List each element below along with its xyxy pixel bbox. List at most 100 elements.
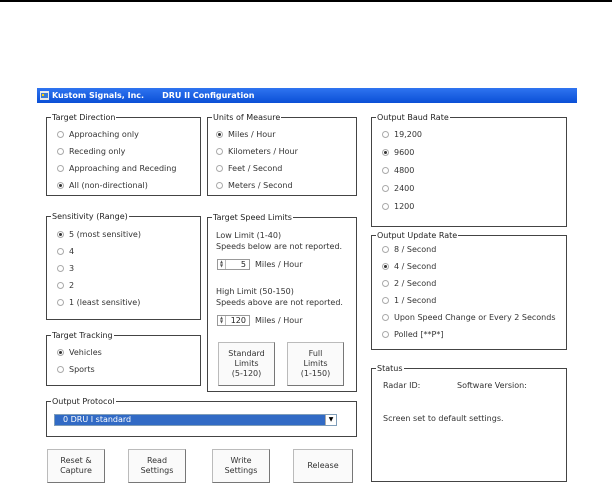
radio-button[interactable] — [57, 248, 64, 255]
update-rate-legend: Output Update Rate — [376, 230, 459, 241]
radio-button[interactable] — [382, 131, 389, 138]
stepper-arrows[interactable]: ▲ ▼ — [218, 316, 226, 325]
update-option-4[interactable]: 4 / Second — [382, 261, 436, 272]
tracking-option-vehicles[interactable]: Vehicles — [57, 347, 102, 358]
config-window: Kustom Signals, Inc. DRU II Configuration… — [37, 88, 577, 486]
release-button[interactable]: Release — [293, 449, 353, 483]
radio-button[interactable] — [57, 299, 64, 306]
low-limit-unit: Miles / Hour — [255, 260, 303, 269]
baud-option-9600[interactable]: 9600 — [382, 147, 414, 158]
low-limit-description: Speeds below are not reported. — [216, 242, 343, 251]
target-tracking-legend: Target Tracking — [51, 330, 114, 341]
full-limits-button[interactable]: Full Limits (1-150) — [287, 342, 344, 386]
radio-button[interactable] — [382, 246, 389, 253]
baud-option-4800[interactable]: 4800 — [382, 165, 414, 176]
target-direction-group: Target Direction Approaching only Recedi… — [46, 112, 201, 196]
read-settings-button[interactable]: Read Settings — [128, 449, 186, 483]
units-option-mph[interactable]: Miles / Hour — [216, 129, 276, 140]
radio-button[interactable] — [382, 203, 389, 210]
sensitivity-option-2[interactable]: 2 — [57, 280, 74, 291]
title-bar: Kustom Signals, Inc. DRU II Configuration — [37, 88, 577, 103]
radio-button[interactable] — [57, 131, 64, 138]
radio-button[interactable] — [57, 265, 64, 272]
update-option-on-change[interactable]: Upon Speed Change or Every 2 Seconds — [382, 312, 555, 323]
direction-option-receding[interactable]: Receding only — [57, 146, 125, 157]
direction-option-all[interactable]: All (non-directional) — [57, 180, 148, 191]
write-settings-button[interactable]: Write Settings — [212, 449, 270, 483]
radio-button[interactable] — [382, 314, 389, 321]
protocol-selected-value[interactable]: 0 DRU I standard — [63, 415, 131, 425]
radar-id-label: Radar ID: — [383, 381, 421, 390]
units-option-mps[interactable]: Meters / Second — [216, 180, 293, 191]
window-title: DRU II Configuration — [162, 91, 255, 100]
radio-button-selected[interactable] — [382, 149, 389, 156]
baud-option-1200[interactable]: 1200 — [382, 201, 414, 212]
radio-button-selected[interactable] — [382, 263, 389, 270]
software-version-label: Software Version: — [457, 381, 527, 390]
radio-button[interactable] — [57, 148, 64, 155]
chevron-down-icon[interactable]: ▼ — [325, 415, 336, 425]
sensitivity-group: Sensitivity (Range) 5 (most sensitive) 4… — [46, 211, 201, 320]
down-arrow-icon[interactable]: ▼ — [218, 320, 225, 324]
radio-button[interactable] — [57, 282, 64, 289]
radio-button[interactable] — [382, 280, 389, 287]
high-limit-label: High Limit (50-150) — [216, 287, 294, 296]
radio-button[interactable] — [216, 148, 223, 155]
sensitivity-option-4[interactable]: 4 — [57, 246, 74, 257]
update-option-1[interactable]: 1 / Second — [382, 295, 436, 306]
units-group: Units of Measure Miles / Hour Kilometers… — [207, 112, 357, 196]
status-group: Status Radar ID: Software Version: Scree… — [371, 363, 567, 482]
low-limit-value[interactable]: 5 — [241, 260, 246, 269]
units-option-kph[interactable]: Kilometers / Hour — [216, 146, 298, 157]
low-limit-stepper[interactable]: ▲ ▼ 5 — [217, 259, 250, 270]
baud-option-19200[interactable]: 19,200 — [382, 129, 422, 140]
radio-button-selected[interactable] — [57, 231, 64, 238]
baud-rate-group: Output Baud Rate 19,200 9600 4800 2400 1… — [371, 112, 567, 227]
speed-limits-group: Target Speed Limits Low Limit (1-40) Spe… — [207, 212, 357, 392]
sensitivity-option-1[interactable]: 1 (least sensitive) — [57, 297, 140, 308]
radio-button[interactable] — [57, 165, 64, 172]
high-limit-unit: Miles / Hour — [255, 316, 303, 325]
target-direction-legend: Target Direction — [51, 112, 117, 123]
high-limit-stepper[interactable]: ▲ ▼ 120 — [217, 315, 250, 326]
high-limit-description: Speeds above are not reported. — [216, 298, 343, 307]
radio-button[interactable] — [382, 297, 389, 304]
update-option-8[interactable]: 8 / Second — [382, 244, 436, 255]
radio-button[interactable] — [382, 331, 389, 338]
target-tracking-group: Target Tracking Vehicles Sports — [46, 330, 201, 386]
radio-button-selected[interactable] — [216, 131, 223, 138]
top-rule — [0, 0, 612, 2]
radio-button-selected[interactable] — [57, 349, 64, 356]
radio-button[interactable] — [382, 185, 389, 192]
baud-option-2400[interactable]: 2400 — [382, 183, 414, 194]
high-limit-value[interactable]: 120 — [231, 316, 246, 325]
direction-option-both[interactable]: Approaching and Receding — [57, 163, 176, 174]
baud-rate-legend: Output Baud Rate — [376, 112, 450, 123]
radio-button[interactable] — [57, 366, 64, 373]
company-name: Kustom Signals, Inc. — [52, 91, 145, 100]
radio-button[interactable] — [216, 182, 223, 189]
sensitivity-option-5[interactable]: 5 (most sensitive) — [57, 229, 141, 240]
protocol-select[interactable]: 0 DRU I standard ▼ — [54, 414, 337, 426]
protocol-legend: Output Protocol — [51, 396, 116, 407]
low-limit-label: Low Limit (1-40) — [216, 231, 282, 240]
app-icon — [40, 91, 49, 100]
units-option-fps[interactable]: Feet / Second — [216, 163, 282, 174]
standard-limits-button[interactable]: Standard Limits (5-120) — [218, 342, 275, 386]
down-arrow-icon[interactable]: ▼ — [218, 264, 225, 268]
units-legend: Units of Measure — [212, 112, 282, 123]
update-rate-group: Output Update Rate 8 / Second 4 / Second… — [371, 230, 567, 350]
update-option-polled[interactable]: Polled [**P*] — [382, 329, 444, 340]
sensitivity-legend: Sensitivity (Range) — [51, 211, 129, 222]
stepper-arrows[interactable]: ▲ ▼ — [218, 260, 226, 269]
radio-button[interactable] — [216, 165, 223, 172]
reset-capture-button[interactable]: Reset & Capture — [47, 449, 105, 483]
status-message: Screen set to default settings. — [383, 414, 504, 423]
radio-button-selected[interactable] — [57, 182, 64, 189]
update-option-2[interactable]: 2 / Second — [382, 278, 436, 289]
radio-button[interactable] — [382, 167, 389, 174]
direction-option-approaching[interactable]: Approaching only — [57, 129, 139, 140]
status-legend: Status — [376, 363, 404, 374]
tracking-option-sports[interactable]: Sports — [57, 364, 95, 375]
sensitivity-option-3[interactable]: 3 — [57, 263, 74, 274]
